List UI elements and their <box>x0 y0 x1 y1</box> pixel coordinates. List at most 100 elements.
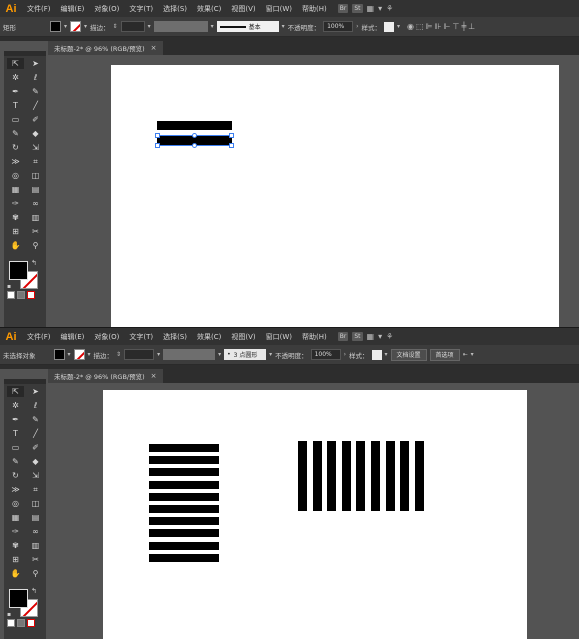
zoom-tool-icon[interactable]: ⚲ <box>27 240 44 251</box>
pen-tool-icon[interactable]: ✒ <box>7 86 24 97</box>
menu-item[interactable]: 视图(V) <box>226 4 260 14</box>
symbol-sprayer-tool-icon[interactable]: ✾ <box>7 540 24 551</box>
artboard-tool-icon[interactable]: ⊞ <box>7 554 24 565</box>
selection-handle[interactable] <box>155 143 160 148</box>
type-tool-icon[interactable]: T <box>7 428 24 439</box>
menu-item[interactable]: 编辑(E) <box>56 4 90 14</box>
pen-tool-icon[interactable]: ✒ <box>7 414 24 425</box>
variable-width-field[interactable] <box>153 21 208 32</box>
close-icon[interactable]: × <box>151 44 157 52</box>
width-tool-icon[interactable]: ≫ <box>7 484 24 495</box>
eyedropper-tool-icon[interactable]: ✑ <box>7 526 24 537</box>
align-left-icon[interactable]: ⊫ <box>426 22 433 31</box>
fill-swatch[interactable] <box>53 349 65 360</box>
shaper-tool-icon[interactable]: ✎ <box>7 128 24 139</box>
menu-item[interactable]: 对象(O) <box>89 4 124 14</box>
arrange-documents-icon[interactable]: ⇤ <box>463 351 468 358</box>
rectangle-tool-icon[interactable]: ▭ <box>7 442 24 453</box>
slice-tool-icon[interactable]: ✂ <box>27 226 44 237</box>
chevron-down-icon[interactable]: ▾ <box>218 351 221 358</box>
chevron-down-icon[interactable]: ▾ <box>157 351 160 358</box>
workspace-grid-icon[interactable]: ▦ <box>367 4 375 13</box>
none-mode-icon[interactable] <box>27 291 35 299</box>
menu-item[interactable]: 选择(S) <box>158 4 192 14</box>
vertical-stripe[interactable] <box>400 441 410 511</box>
stepper-icon[interactable]: ⇕ <box>113 23 118 30</box>
width-tool-icon[interactable]: ≫ <box>7 156 24 167</box>
lasso-tool-icon[interactable]: ℓ <box>27 400 44 411</box>
horizontal-stripe[interactable] <box>149 444 219 452</box>
rectangle-shape[interactable] <box>157 121 232 130</box>
color-mode-icon[interactable] <box>7 619 15 627</box>
gpu-performance-icon[interactable]: ⚘ <box>386 4 393 13</box>
menu-item[interactable]: 编辑(E) <box>56 332 90 342</box>
chevron-down-icon[interactable]: ▾ <box>282 23 285 30</box>
style-swatch[interactable] <box>371 349 382 360</box>
default-colors-icon[interactable]: ▪ <box>7 283 11 290</box>
horizontal-stripe[interactable] <box>149 456 219 465</box>
selection-handle[interactable] <box>155 133 160 138</box>
stroke-profile-dropdown[interactable]: 基本 <box>216 21 279 32</box>
vertical-stripe[interactable] <box>356 441 366 511</box>
paintbrush-tool-icon[interactable]: ✐ <box>27 114 44 125</box>
stroke-swatch[interactable] <box>73 349 85 360</box>
line-tool-icon[interactable]: ╱ <box>27 100 44 111</box>
stroke-weight-input[interactable] <box>124 349 155 360</box>
menu-item[interactable]: 窗口(W) <box>261 332 297 342</box>
close-icon[interactable]: × <box>151 372 157 380</box>
brush-definition-dropdown[interactable]: • 3 点圆形 <box>224 349 267 360</box>
fill-swatch[interactable] <box>50 21 61 32</box>
scale-tool-icon[interactable]: ⇲ <box>27 142 44 153</box>
chevron-down-icon[interactable]: ▾ <box>471 351 474 358</box>
vertical-stripe[interactable] <box>327 441 337 511</box>
artboard[interactable] <box>111 65 559 327</box>
horizontal-stripe[interactable] <box>149 529 219 538</box>
rotate-tool-icon[interactable]: ↻ <box>7 470 24 481</box>
gradient-tool-icon[interactable]: ▤ <box>27 184 44 195</box>
menu-item[interactable]: 对象(O) <box>89 332 124 342</box>
menu-item[interactable]: 效果(C) <box>192 4 226 14</box>
hand-tool-icon[interactable]: ✋ <box>7 240 24 251</box>
chevron-down-icon[interactable]: ▾ <box>385 351 388 358</box>
magic-wand-tool-icon[interactable]: ✲ <box>7 400 24 411</box>
selection-handle[interactable] <box>229 143 234 148</box>
gradient-mode-icon[interactable] <box>17 291 25 299</box>
transform-icon[interactable]: ⬚ <box>416 22 424 31</box>
paintbrush-tool-icon[interactable]: ✐ <box>27 442 44 453</box>
recolor-icon[interactable]: ◉ <box>407 22 414 31</box>
fill-color-box[interactable] <box>9 589 28 608</box>
vertical-stripe[interactable] <box>371 441 380 511</box>
horizontal-stripe[interactable] <box>149 492 219 501</box>
chevron-down-icon[interactable]: ▾ <box>211 23 214 30</box>
shaper-tool-icon[interactable]: ✎ <box>7 456 24 467</box>
menu-item[interactable]: 效果(C) <box>192 332 226 342</box>
graph-tool-icon[interactable]: ▥ <box>27 540 44 551</box>
chevron-right-icon[interactable]: › <box>356 23 358 30</box>
menu-item[interactable]: 视图(V) <box>226 332 260 342</box>
chevron-down-icon[interactable]: ▾ <box>148 23 151 30</box>
perspective-grid-tool-icon[interactable]: ◫ <box>27 170 44 181</box>
chevron-down-icon[interactable]: ▾ <box>64 23 67 30</box>
default-colors-icon[interactable]: ▪ <box>7 611 11 618</box>
scale-tool-icon[interactable]: ⇲ <box>27 470 44 481</box>
document-setup-button[interactable]: 文档设置 <box>390 348 427 361</box>
stock-button[interactable]: St <box>352 332 363 341</box>
chevron-down-icon[interactable]: ▾ <box>88 351 91 358</box>
direct-selection-tool-icon[interactable]: ➤ <box>27 58 44 69</box>
none-mode-icon[interactable] <box>27 619 35 627</box>
rectangle-tool-icon[interactable]: ▭ <box>7 114 24 125</box>
rotate-tool-icon[interactable]: ↻ <box>7 142 24 153</box>
align-right-icon[interactable]: ⊩ <box>444 22 451 31</box>
artboard-tool-icon[interactable]: ⊞ <box>7 226 24 237</box>
free-transform-tool-icon[interactable]: ⌗ <box>27 156 44 167</box>
blend-tool-icon[interactable]: ∞ <box>27 198 44 209</box>
shape-builder-tool-icon[interactable]: ◎ <box>7 498 24 509</box>
blend-tool-icon[interactable]: ∞ <box>27 526 44 537</box>
align-bottom-icon[interactable]: ⊥ <box>468 22 475 31</box>
graph-tool-icon[interactable]: ▥ <box>27 212 44 223</box>
selection-tool-icon[interactable]: ⇱ <box>7 386 24 397</box>
curvature-tool-icon[interactable]: ✎ <box>27 86 44 97</box>
menu-item[interactable]: 窗口(W) <box>261 4 297 14</box>
eyedropper-tool-icon[interactable]: ✑ <box>7 198 24 209</box>
chevron-down-icon[interactable]: ▾ <box>68 351 71 358</box>
